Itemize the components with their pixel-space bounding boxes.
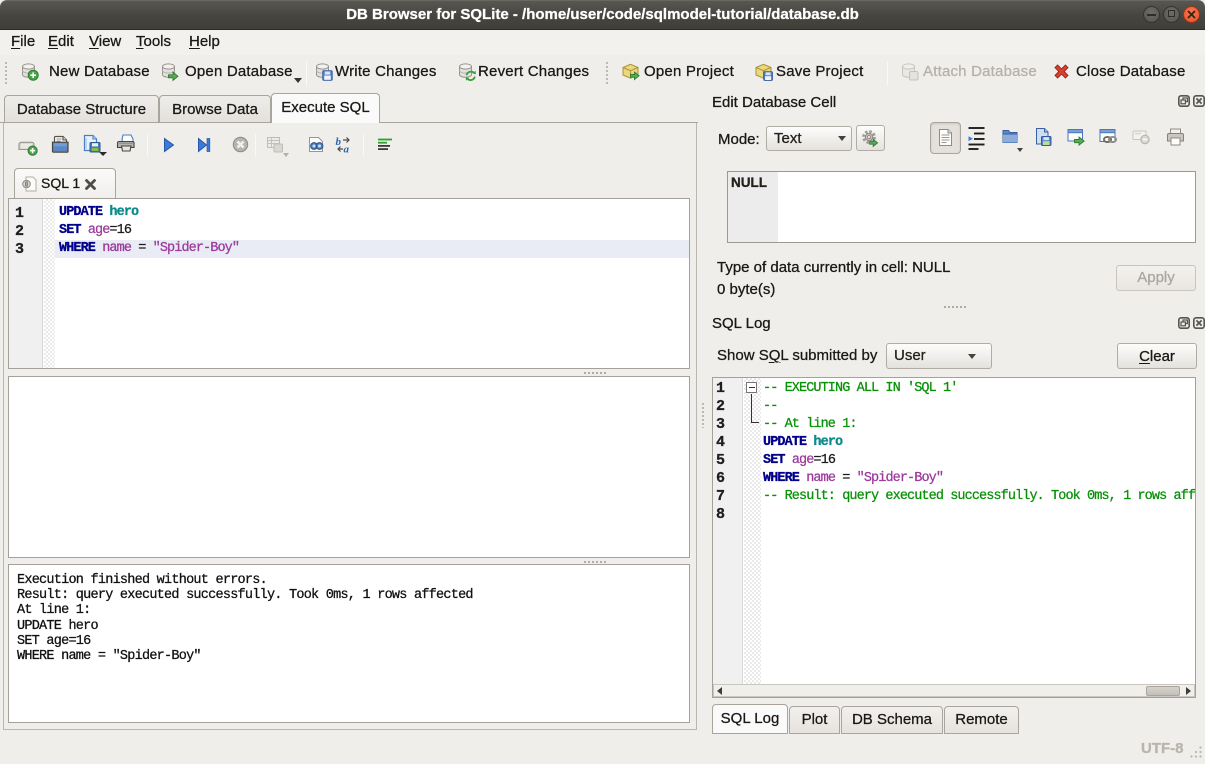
- svg-text:b: b: [336, 136, 342, 148]
- svg-text:a: a: [344, 144, 350, 156]
